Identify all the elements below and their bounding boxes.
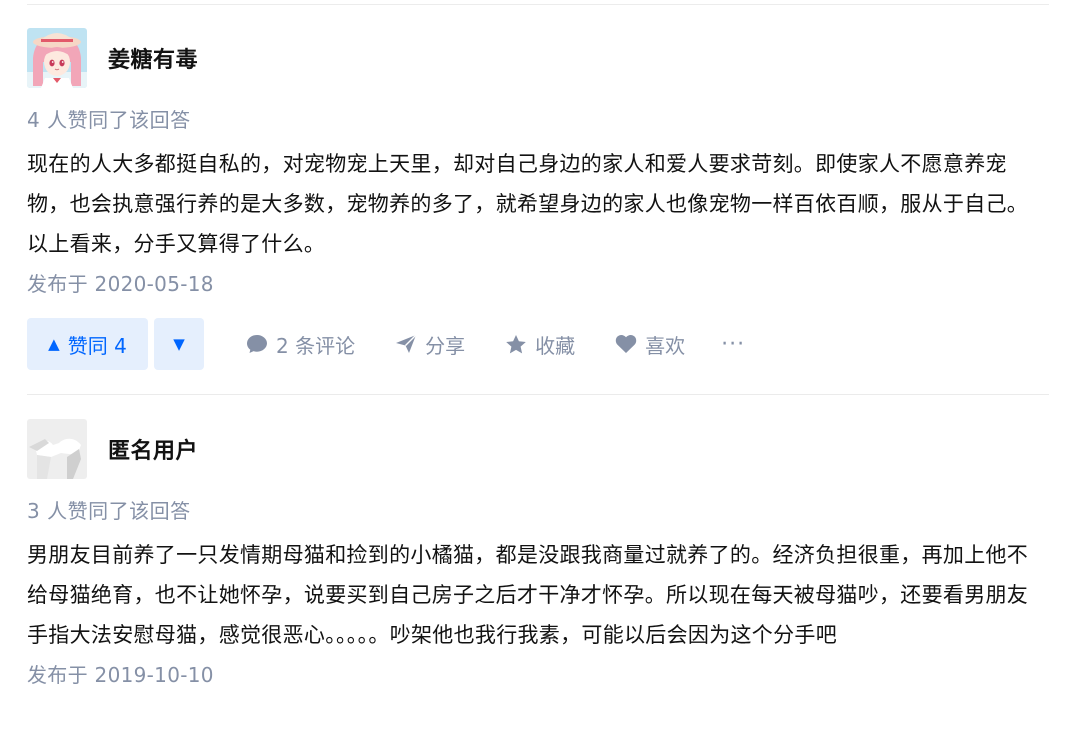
author-avatar[interactable] [27, 419, 87, 479]
star-icon [506, 334, 526, 353]
paper-plane-icon [396, 334, 417, 353]
collect-button[interactable]: 收藏 [505, 330, 575, 359]
triangle-up-icon: ▲ [48, 335, 60, 353]
heart-icon [615, 334, 637, 353]
anonymous-avatar-icon [27, 419, 87, 479]
comments-button[interactable]: 2 条评论 [246, 330, 355, 359]
answer-content: 男朋友目前养了一只发情期母猫和捡到的小橘猫，都是没跟我商量过就养了的。经济负担很… [27, 543, 1029, 647]
share-button[interactable]: 分享 [395, 330, 465, 359]
comment-bubble-icon [247, 335, 267, 353]
downvote-button[interactable]: ▼ [154, 318, 204, 370]
answer-content: 现在的人大多都挺自私的，对宠物宠上天里，却对自己身边的家人和爱人要求苛刻。即使家… [27, 152, 1029, 256]
author-row: 匿名用户 [27, 419, 1049, 479]
comments-label: 2 条评论 [276, 333, 356, 358]
like-label: 喜欢 [645, 333, 686, 358]
author-row: 姜糖有毒 [27, 28, 1049, 88]
upvote-label: 赞同 4 [67, 333, 127, 358]
vote-count-text: 4 人赞同了该回答 [27, 108, 191, 132]
upvote-button[interactable]: ▲ 赞同 4 [27, 318, 148, 370]
answer-divider [27, 394, 1049, 395]
answer-item: 匿名用户 3 人赞同了该回答 男朋友目前养了一只发情期母猫和捡到的小橘猫，都是没… [27, 419, 1049, 689]
author-name[interactable]: 姜糖有毒 [108, 42, 198, 74]
action-bar: ▲ 赞同 4 ▼ 2 条评论 分享 收藏 喜欢 ··· [27, 318, 1049, 370]
more-ellipsis-icon[interactable]: ··· [721, 332, 745, 357]
answers-page: 姜糖有毒 4 人赞同了该回答 现在的人大多都挺自私的，对宠物宠上天里，却对自己身… [0, 0, 1080, 733]
triangle-down-icon: ▼ [173, 335, 185, 353]
collect-label: 收藏 [535, 333, 576, 358]
publish-date[interactable]: 发布于 2020-05-18 [27, 270, 1049, 298]
publish-date[interactable]: 发布于 2019-10-10 [27, 661, 1049, 689]
share-label: 分享 [425, 333, 466, 358]
answer-item: 姜糖有毒 4 人赞同了该回答 现在的人大多都挺自私的，对宠物宠上天里，却对自己身… [27, 28, 1049, 370]
top-divider [27, 4, 1049, 5]
author-name[interactable]: 匿名用户 [108, 433, 198, 465]
vote-count-text: 3 人赞同了该回答 [27, 499, 191, 523]
anime-girl-avatar-icon [27, 28, 87, 88]
author-avatar[interactable] [27, 28, 87, 88]
like-button[interactable]: 喜欢 [615, 330, 685, 359]
